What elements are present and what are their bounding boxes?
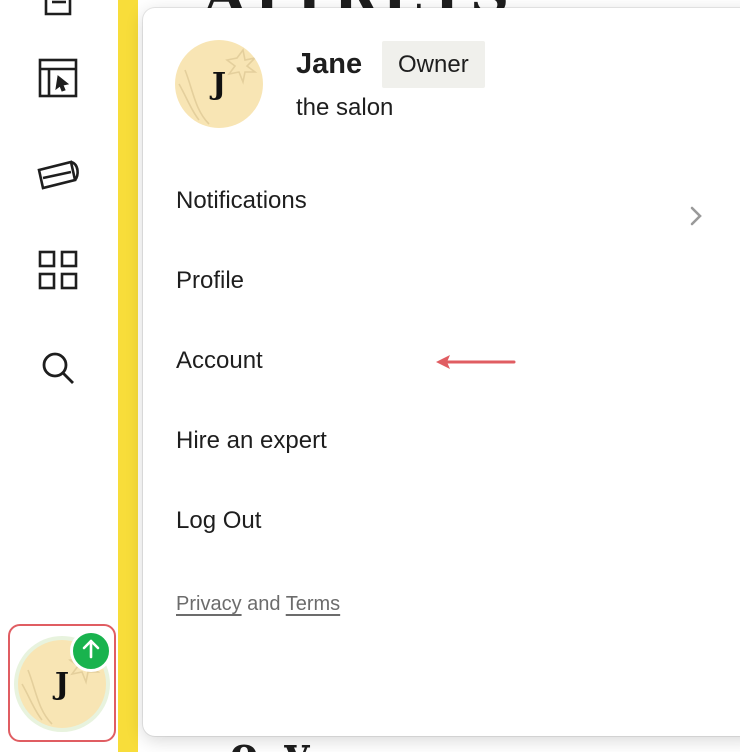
sidebar-item-search[interactable] <box>30 340 86 396</box>
footer-and: and <box>247 593 281 615</box>
menu-item-log-out[interactable]: Log Out <box>176 493 706 549</box>
avatar-initial: J <box>211 66 227 102</box>
user-name: Jane <box>296 48 363 80</box>
menu-item-label: Hire an expert <box>176 427 327 454</box>
sidebar-accent-bar <box>118 0 138 752</box>
terms-link[interactable]: Terms <box>286 593 340 615</box>
chevron-right-icon <box>686 191 706 226</box>
menu-item-label: Log Out <box>176 507 262 534</box>
privacy-link[interactable]: Privacy <box>176 593 242 615</box>
avatar: J <box>175 40 263 128</box>
menu-item-hire-expert[interactable]: Hire an expert <box>176 413 706 469</box>
footer-links: Privacy and Terms <box>176 593 340 616</box>
sidebar-item-pages[interactable] <box>30 0 86 26</box>
megaphone-icon <box>35 154 81 194</box>
pages-icon <box>38 0 78 18</box>
update-badge <box>70 630 112 672</box>
grid-icon <box>37 249 79 291</box>
menu-item-notifications[interactable]: Notifications <box>176 173 706 229</box>
menu-item-label: Notifications <box>176 187 307 214</box>
arrow-up-icon <box>79 637 103 666</box>
sidebar-item-marketing[interactable] <box>30 146 86 202</box>
annotation-arrow <box>434 352 516 379</box>
sidebar-item-apps[interactable] <box>30 242 86 298</box>
search-icon <box>38 348 78 388</box>
account-menu: J Jane Owner the salon Notifications Pro… <box>143 8 740 736</box>
role-badge: Owner <box>382 41 485 88</box>
layout-cursor-icon <box>37 57 79 99</box>
sidebar-item-layout[interactable] <box>30 50 86 106</box>
menu-item-profile[interactable]: Profile <box>176 253 706 309</box>
user-avatar-button[interactable]: J <box>8 624 116 742</box>
menu-item-label: Profile <box>176 267 245 294</box>
menu-item-label: Account <box>176 347 263 374</box>
sidebar: J <box>0 0 118 752</box>
org-name: the salon <box>296 94 394 121</box>
